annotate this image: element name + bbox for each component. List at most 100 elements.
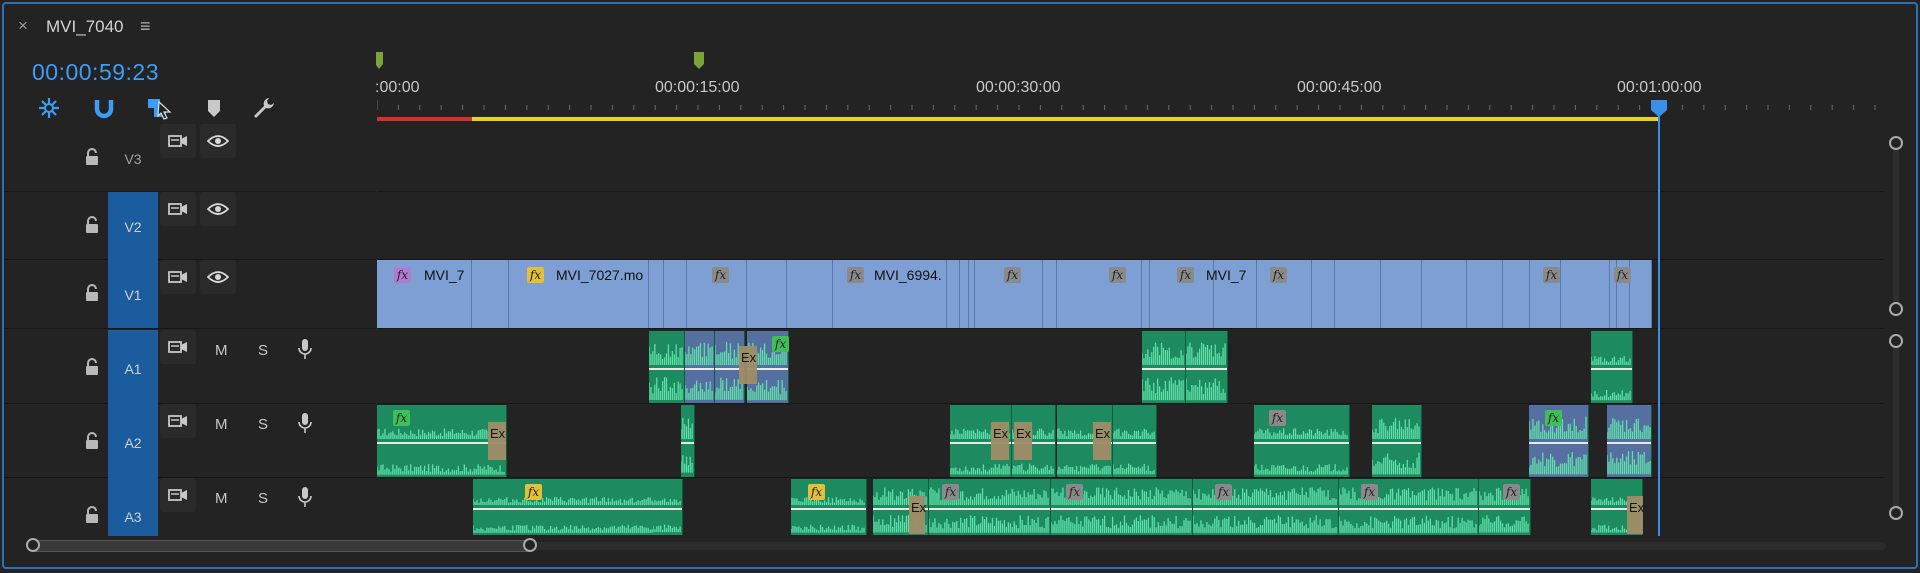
panel-menu-icon[interactable]: ≡ bbox=[140, 16, 151, 36]
render-bar-red bbox=[377, 117, 472, 121]
transition-marker[interactable]: Ex bbox=[1014, 422, 1032, 460]
scroll-knob[interactable] bbox=[1889, 506, 1903, 520]
audio-clip[interactable] bbox=[653, 479, 683, 535]
scroll-knob[interactable] bbox=[1889, 334, 1903, 348]
video-clip[interactable] bbox=[472, 260, 509, 328]
track-target-toggle[interactable] bbox=[108, 478, 158, 536]
video-clip[interactable] bbox=[747, 260, 787, 328]
audio-clip[interactable] bbox=[1372, 405, 1422, 477]
toggle-sync-lock-icon[interactable] bbox=[160, 192, 196, 226]
video-clip[interactable] bbox=[1312, 260, 1335, 328]
track-header-v3: V3 bbox=[4, 124, 376, 192]
solo-track-button[interactable]: S bbox=[258, 343, 268, 359]
timeline-settings-wrench-icon[interactable] bbox=[249, 94, 279, 122]
fx-badge: fx bbox=[942, 484, 959, 500]
mute-track-button[interactable]: M bbox=[215, 343, 228, 359]
audio-clip[interactable] bbox=[473, 479, 683, 535]
audio-clip[interactable] bbox=[1607, 405, 1652, 477]
video-clip[interactable] bbox=[664, 260, 687, 328]
fx-badge: fx bbox=[847, 267, 864, 283]
transition-marker[interactable]: Ex bbox=[1627, 496, 1644, 534]
audio-clip[interactable] bbox=[791, 479, 867, 535]
solo-track-button[interactable]: S bbox=[258, 491, 268, 507]
mute-track-button[interactable]: M bbox=[215, 417, 228, 433]
video-clip[interactable] bbox=[1335, 260, 1381, 328]
voice-over-record-mic-icon[interactable] bbox=[298, 412, 312, 434]
scroll-knob[interactable] bbox=[26, 538, 40, 552]
insert-overwrite-sequences-icon[interactable] bbox=[34, 94, 64, 122]
video-clip[interactable] bbox=[1422, 260, 1467, 328]
sequence-marker-icon[interactable] bbox=[376, 52, 386, 70]
video-clip[interactable] bbox=[649, 260, 664, 328]
audio-clip[interactable] bbox=[1113, 405, 1157, 477]
video-tracks-vertical-scrollbar[interactable] bbox=[1884, 124, 1908, 329]
video-clip[interactable] bbox=[1467, 260, 1503, 328]
audio-tracks-vertical-scrollbar[interactable] bbox=[1884, 330, 1908, 536]
transition-marker[interactable]: Ex bbox=[488, 422, 506, 460]
lock-icon[interactable] bbox=[84, 216, 100, 234]
track-headers: V3 V2 V1 A1 M S A2 M S A3 M S bbox=[4, 124, 376, 536]
fx-badge: fx bbox=[712, 267, 729, 283]
toggle-track-output-eye-icon[interactable] bbox=[200, 260, 236, 294]
fx-badge: fx bbox=[1004, 267, 1021, 283]
linked-selection-icon[interactable] bbox=[144, 94, 174, 122]
fx-badge: fx bbox=[1614, 267, 1631, 283]
video-clip[interactable] bbox=[1381, 260, 1422, 328]
scroll-knob[interactable] bbox=[523, 538, 537, 552]
video-clip[interactable] bbox=[1043, 260, 1057, 328]
video-clip[interactable] bbox=[1630, 260, 1652, 328]
toggle-sync-lock-icon[interactable] bbox=[160, 260, 196, 294]
toggle-sync-lock-icon[interactable] bbox=[160, 124, 196, 158]
playhead-handle-icon[interactable] bbox=[1650, 100, 1668, 118]
scroll-knob[interactable] bbox=[1889, 136, 1903, 150]
toggle-track-output-eye-icon[interactable] bbox=[200, 124, 236, 158]
video-clip[interactable] bbox=[960, 260, 969, 328]
audio-clip[interactable] bbox=[1339, 479, 1479, 535]
toggle-sync-lock-icon[interactable] bbox=[160, 330, 196, 364]
timeline-zoom-scrollbar[interactable] bbox=[26, 536, 1886, 554]
transition-marker[interactable]: Ex bbox=[909, 496, 926, 534]
audio-clip[interactable] bbox=[1186, 331, 1228, 403]
mute-track-button[interactable]: M bbox=[215, 491, 228, 507]
playhead-timecode[interactable]: 00:00:59:23 bbox=[32, 59, 159, 85]
voice-over-record-mic-icon[interactable] bbox=[298, 486, 312, 508]
toggle-track-output-eye-icon[interactable] bbox=[200, 192, 236, 226]
clip-name: MVI_7027.mo bbox=[556, 267, 644, 283]
transition-marker[interactable]: Ex bbox=[739, 346, 757, 384]
video-clip[interactable] bbox=[947, 260, 960, 328]
video-clip[interactable] bbox=[1503, 260, 1530, 328]
video-clip[interactable] bbox=[1057, 260, 1142, 328]
snap-magnet-icon[interactable] bbox=[89, 94, 119, 122]
fx-badge: fx bbox=[1215, 484, 1232, 500]
audio-clip[interactable] bbox=[1591, 331, 1633, 403]
lock-icon[interactable] bbox=[84, 358, 100, 376]
lock-icon[interactable] bbox=[84, 432, 100, 450]
lock-icon[interactable] bbox=[84, 148, 100, 166]
close-tab-button[interactable]: × bbox=[18, 17, 28, 35]
fx-badge: fx bbox=[1109, 267, 1126, 283]
solo-track-button[interactable]: S bbox=[258, 417, 268, 433]
scrollbar-thumb[interactable] bbox=[28, 540, 533, 552]
video-clip[interactable] bbox=[787, 260, 833, 328]
audio-clip[interactable] bbox=[649, 331, 685, 403]
scroll-knob[interactable] bbox=[1889, 302, 1903, 316]
playhead-line[interactable] bbox=[1658, 100, 1660, 536]
add-marker-icon[interactable] bbox=[199, 94, 229, 122]
toggle-sync-lock-icon[interactable] bbox=[160, 478, 196, 512]
toggle-sync-lock-icon[interactable] bbox=[160, 404, 196, 438]
audio-clip[interactable] bbox=[1142, 331, 1186, 403]
audio-clip[interactable] bbox=[685, 331, 715, 403]
video-clip[interactable] bbox=[1142, 260, 1150, 328]
lock-icon[interactable] bbox=[84, 284, 100, 302]
transition-marker[interactable]: Ex bbox=[1093, 422, 1111, 460]
track-label: V3 bbox=[124, 151, 142, 167]
render-bar-yellow bbox=[472, 117, 1658, 121]
video-clip[interactable] bbox=[1561, 260, 1610, 328]
lock-icon[interactable] bbox=[84, 506, 100, 524]
sequence-tab-title[interactable]: MVI_7040 bbox=[46, 17, 124, 37]
voice-over-record-mic-icon[interactable] bbox=[298, 338, 312, 360]
track-header-v2: V2 bbox=[4, 192, 376, 260]
transition-marker[interactable]: Ex bbox=[991, 422, 1009, 460]
sequence-marker-icon[interactable] bbox=[694, 52, 704, 70]
audio-clip[interactable] bbox=[681, 405, 695, 477]
